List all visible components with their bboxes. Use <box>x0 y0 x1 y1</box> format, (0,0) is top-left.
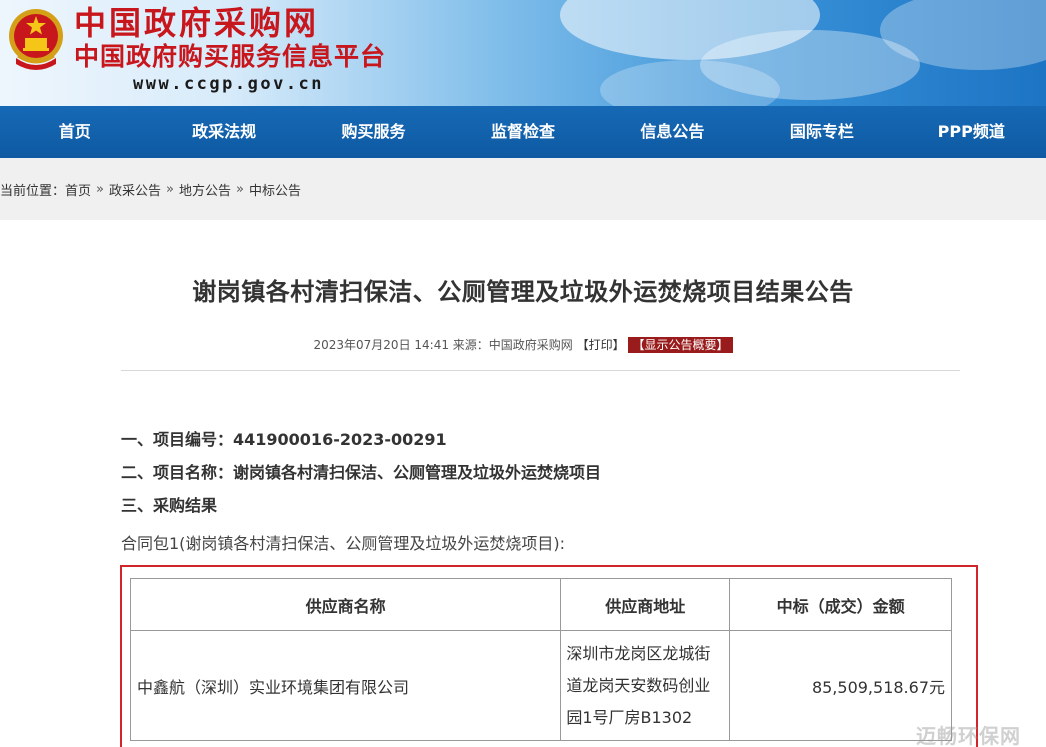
supplier-name-cell: 中鑫航（深圳）实业环境集团有限公司 <box>129 630 562 741</box>
breadcrumb-home[interactable]: 首页 <box>65 180 91 199</box>
column-header-supplier: 供应商名称 <box>129 578 562 631</box>
breadcrumb-procurement-notices[interactable]: 政采公告 <box>109 180 161 199</box>
project-name: 二、项目名称：谢岗镇各村清扫保洁、公厕管理及垃圾外运焚烧项目 <box>121 463 602 482</box>
supplier-address-cell: 深圳市龙岗区龙城街道龙岗天安数码创业园1号厂房B1302 <box>560 630 731 741</box>
project-number: 一、项目编号：441900016-2023-00291 <box>121 430 447 449</box>
site-banner: 中国政府采购网 中国政府购买服务信息平台 www.ccgp.gov.cn <box>0 0 1046 106</box>
procurement-result-heading: 三、采购结果 <box>121 496 218 515</box>
breadcrumb-prefix: 当前位置： <box>0 183 66 199</box>
watermark: 迈畅环保网 <box>916 724 1021 747</box>
breadcrumb-separator: » <box>236 181 244 197</box>
breadcrumb-award-notices[interactable]: 中标公告 <box>249 180 301 199</box>
nav-item-international[interactable]: 国际专栏 <box>747 106 896 158</box>
nav-item-purchase-services[interactable]: 购买服务 <box>299 106 448 158</box>
national-emblem-icon[interactable] <box>6 6 66 76</box>
result-table: 供应商名称 供应商地址 中标（成交）金额 中鑫航（深圳）实业环境集团有限公司 深… <box>129 578 952 741</box>
site-subtitle: 中国政府购买服务信息平台 <box>74 42 387 71</box>
nav-item-supervision[interactable]: 监督检查 <box>448 106 597 158</box>
nav-item-regulations[interactable]: 政采法规 <box>149 106 298 158</box>
article-source: 来源：中国政府采购网 <box>452 338 573 352</box>
nav-item-home[interactable]: 首页 <box>0 106 149 158</box>
breadcrumb-separator: » <box>96 181 104 197</box>
breadcrumb-separator: » <box>166 181 174 197</box>
print-link[interactable]: 【打印】 <box>577 338 625 352</box>
main-nav: 首页 政采法规 购买服务 监督检查 信息公告 国际专栏 PPP频道 <box>0 106 1046 158</box>
nav-item-ppp[interactable]: PPP频道 <box>897 106 1046 158</box>
nav-item-announcements[interactable]: 信息公告 <box>598 106 747 158</box>
breadcrumb: 当前位置： 首页 » 政采公告 » 地方公告 » 中标公告 <box>0 158 1046 220</box>
divider <box>121 370 960 371</box>
show-summary-button[interactable]: 【显示公告概要】 <box>628 337 733 353</box>
breadcrumb-local-notices[interactable]: 地方公告 <box>179 180 231 199</box>
site-title: 中国政府采购网 <box>74 4 320 42</box>
table-header-row: 供应商名称 供应商地址 中标（成交）金额 <box>129 578 952 631</box>
table-row: 中鑫航（深圳）实业环境集团有限公司 深圳市龙岗区龙城街道龙岗天安数码创业园1号厂… <box>129 630 952 741</box>
publish-datetime: 2023年07月20日 14:41 <box>313 338 449 352</box>
site-url: www.ccgp.gov.cn <box>133 74 325 94</box>
column-header-amount: 中标（成交）金额 <box>729 578 952 631</box>
contract-package-line: 合同包1(谢岗镇各村清扫保洁、公厕管理及垃圾外运焚烧项目): <box>121 534 566 553</box>
column-header-address: 供应商地址 <box>560 578 731 631</box>
article-meta: 2023年07月20日 14:41 来源：中国政府采购网 【打印】 【显示公告概… <box>0 336 1046 353</box>
page-title: 谢岗镇各村清扫保洁、公厕管理及垃圾外运焚烧项目结果公告 <box>192 278 854 306</box>
